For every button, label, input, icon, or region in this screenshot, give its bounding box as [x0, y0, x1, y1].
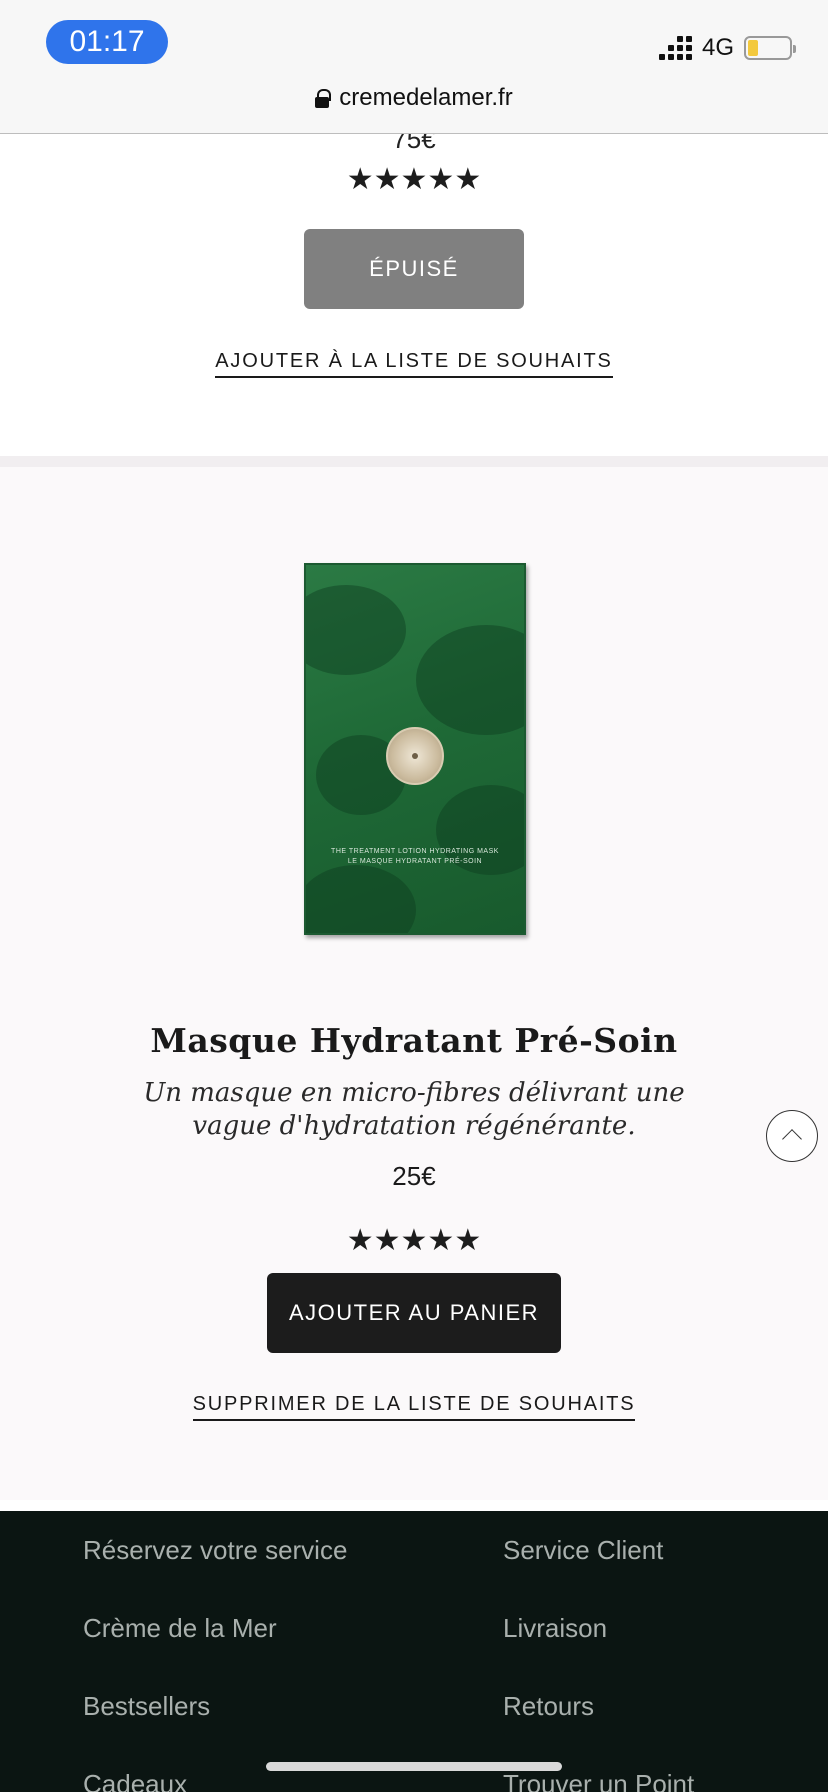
add-to-cart-button[interactable]: AJOUTER AU PANIER [267, 1273, 561, 1353]
add-to-wishlist-label: AJOUTER À LA LISTE DE SOUHAITS [215, 350, 613, 378]
footer-link-store-locator[interactable]: Trouver un Point [503, 1771, 694, 1792]
footer-divider [0, 1500, 828, 1511]
pack-text-line-2: LE MASQUE HYDRATANT PRÉ-SOIN [347, 858, 483, 865]
footer-column-left: Réservez votre service Crème de la Mer B… [83, 1537, 347, 1792]
add-to-wishlist-link[interactable]: AJOUTER À LA LISTE DE SOUHAITS [0, 350, 828, 378]
pack-pattern [306, 585, 406, 675]
home-indicator[interactable] [266, 1762, 562, 1771]
footer-link-bestsellers[interactable]: Bestsellers [83, 1693, 347, 1771]
battery-level [748, 40, 758, 56]
scroll-to-top-button[interactable] [766, 1110, 818, 1162]
seal-emblem [386, 727, 444, 785]
status-indicators: 4G [658, 34, 796, 62]
pack-pattern [306, 865, 416, 933]
footer-link-book-service[interactable]: Réservez votre service [83, 1537, 347, 1615]
site-footer: Réservez votre service Crème de la Mer B… [0, 1511, 828, 1792]
lock-icon [315, 89, 332, 108]
product-description: Un masque en micro-fibres délivrant une … [143, 1078, 685, 1141]
footer-link-customer-service[interactable]: Service Client [503, 1537, 694, 1615]
pack-text-line-1: THE TREATMENT LOTION HYDRATING MASK [331, 848, 499, 855]
product-title[interactable]: Masque Hydratant Pré-Soin [0, 1021, 828, 1060]
product-price: 25€ [392, 1161, 436, 1191]
product-card-2: THE TREATMENT LOTION HYDRATING MASK LE M… [0, 467, 828, 1500]
battery-icon [744, 36, 796, 60]
footer-link-creme-de-la-mer[interactable]: Crème de la Mer [83, 1615, 347, 1693]
footer-column-right: Service Client Livraison Retours Trouver… [503, 1537, 694, 1792]
url-text: cremedelamer.fr [339, 84, 513, 111]
signal-icon [658, 36, 692, 60]
card-divider [0, 456, 828, 467]
pack-pattern [416, 625, 524, 735]
product-1-rating-stars: ★★★★★ [346, 163, 482, 196]
footer-link-returns[interactable]: Retours [503, 1693, 694, 1771]
network-label: 4G [701, 34, 734, 61]
url-bar[interactable]: cremedelamer.fr [0, 84, 828, 112]
pack-text: THE TREATMENT LOTION HYDRATING MASK LE M… [320, 847, 510, 867]
sold-out-button[interactable]: ÉPUISÉ [304, 229, 524, 309]
product-rating-stars: ★★★★★ [346, 1224, 482, 1257]
remove-from-wishlist-label: SUPPRIMER DE LA LISTE DE SOUHAITS [192, 1393, 636, 1421]
product-image[interactable]: THE TREATMENT LOTION HYDRATING MASK LE M… [304, 563, 526, 935]
product-card-1: 75€ ★★★★★ ÉPUISÉ AJOUTER À LA LISTE DE S… [0, 124, 828, 456]
remove-from-wishlist-link[interactable]: SUPPRIMER DE LA LISTE DE SOUHAITS [0, 1393, 828, 1421]
status-time[interactable]: 01:17 [46, 20, 168, 64]
top-chrome: 01:17 4G cremedelamer.fr [0, 0, 828, 134]
footer-link-gifts[interactable]: Cadeaux [83, 1771, 347, 1792]
footer-link-delivery[interactable]: Livraison [503, 1615, 694, 1693]
